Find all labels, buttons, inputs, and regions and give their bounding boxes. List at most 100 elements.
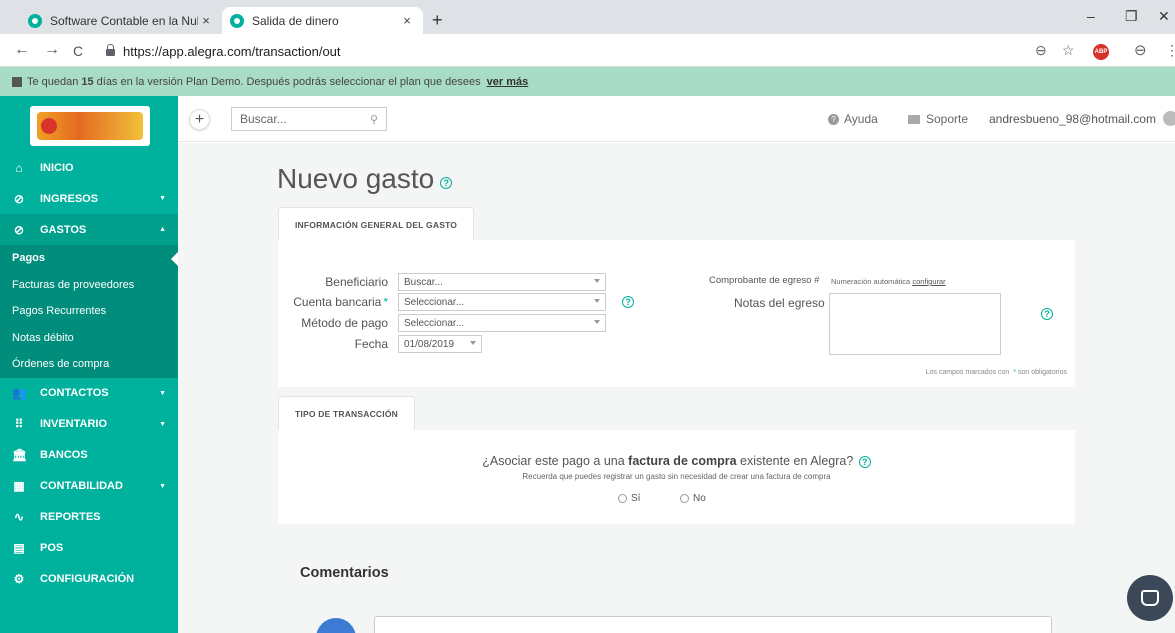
tab-informacion-general[interactable]: INFORMACIÓN GENERAL DEL GASTO bbox=[278, 207, 475, 241]
alegra-favicon-icon bbox=[28, 13, 42, 28]
comprobante-text: Numeración automática bbox=[831, 277, 911, 286]
close-window-icon[interactable]: ✕ bbox=[1158, 8, 1170, 25]
maximize-icon[interactable]: ❐ bbox=[1125, 8, 1138, 25]
search-icon: ⚲ bbox=[369, 113, 378, 126]
bookmark-star-icon[interactable]: ☆ bbox=[1062, 42, 1075, 59]
help-icon[interactable]: ? bbox=[858, 455, 871, 468]
tab-tipo-transaccion[interactable]: TIPO DE TRANSACCIÓN bbox=[278, 396, 415, 430]
url-text: https://app.alegra.com/transaction/out bbox=[123, 43, 341, 59]
sidebar-item-label: GASTOS bbox=[40, 223, 87, 236]
beneficiario-row: Beneficiario Buscar... bbox=[278, 273, 606, 291]
radio-circle-icon bbox=[618, 494, 627, 503]
accounting-icon: ▦ bbox=[13, 479, 25, 493]
support-link[interactable]: Soporte bbox=[908, 112, 968, 126]
comprobante-value: Numeración automática configurar bbox=[831, 277, 946, 286]
tab-close-icon[interactable]: × bbox=[198, 13, 214, 28]
browser-tab-salida-de-dinero[interactable]: Salida de dinero × bbox=[222, 7, 423, 34]
help-link[interactable]: ? Ayuda bbox=[828, 112, 878, 126]
help-label: Ayuda bbox=[844, 112, 878, 126]
home-icon: ⌂ bbox=[15, 160, 23, 175]
new-tab-button[interactable]: + bbox=[432, 10, 443, 31]
gastos-submenu: Pagos Facturas de proveedores Pagos Recu… bbox=[0, 245, 178, 378]
tab-label: Software Contable en la Nube pa bbox=[50, 13, 198, 28]
submenu-item-pagos-recurrentes[interactable]: Pagos Recurrentes bbox=[0, 298, 178, 325]
cuenta-row: Cuenta bancaria * Seleccionar... ? bbox=[278, 293, 634, 311]
cuenta-label-text: Cuenta bancaria bbox=[293, 295, 382, 309]
sidebar-item-configuracion[interactable]: ⚙ CONFIGURACIÓN bbox=[0, 564, 178, 595]
reload-icon[interactable]: C bbox=[73, 43, 83, 59]
sidebar-item-label: INICIO bbox=[40, 161, 74, 174]
sidebar-item-reportes[interactable]: ∿ REPORTES bbox=[0, 502, 178, 533]
chevron-down-icon bbox=[470, 341, 476, 345]
browser-tab-bar: Software Contable en la Nube pa × Salida… bbox=[0, 0, 1175, 34]
help-icon[interactable]: ? bbox=[440, 177, 453, 189]
profile-icon[interactable]: ⊖ bbox=[1134, 41, 1147, 59]
sidebar-item-label: INGRESOS bbox=[40, 192, 99, 205]
minimize-icon[interactable]: – bbox=[1087, 8, 1095, 24]
menu-icon[interactable]: ⋮ bbox=[1165, 42, 1175, 59]
sidebar-item-inicio[interactable]: ⌂ INICIO bbox=[0, 152, 178, 183]
beneficiario-value: Buscar... bbox=[404, 276, 443, 288]
fecha-select[interactable]: 01/08/2019 bbox=[398, 335, 482, 353]
comment-input[interactable] bbox=[374, 616, 1052, 633]
user-menu[interactable]: andresbueno_98@hotmail.com bbox=[989, 111, 1175, 126]
banner-text-end: días en la versión Plan Demo. Después po… bbox=[96, 75, 481, 88]
cuenta-value: Seleccionar... bbox=[404, 296, 465, 308]
sidebar-item-gastos[interactable]: ⊘ GASTOS ▲ bbox=[0, 214, 178, 245]
sidebar: ⌂ INICIO ⊘ INGRESOS ▼ ⊘ GASTOS ▲ Pagos F… bbox=[0, 96, 178, 633]
sidebar-item-bancos[interactable]: 🏛 BANCOS bbox=[0, 440, 178, 471]
quick-add-button[interactable]: + bbox=[189, 109, 210, 130]
help-icon[interactable]: ? bbox=[622, 296, 634, 308]
chat-button[interactable] bbox=[1127, 575, 1173, 621]
sidebar-item-contabilidad[interactable]: ▦ CONTABILIDAD ▼ bbox=[0, 471, 178, 502]
sidebar-item-ingresos[interactable]: ⊘ INGRESOS ▼ bbox=[0, 183, 178, 214]
cuenta-bancaria-select[interactable]: Seleccionar... bbox=[398, 293, 606, 311]
radio-no-label: No bbox=[693, 493, 706, 504]
sidebar-item-contactos[interactable]: 👥 CONTACTOS ▼ bbox=[0, 378, 178, 409]
browser-tab-software-contable[interactable]: Software Contable en la Nube pa × bbox=[20, 7, 222, 34]
help-icon[interactable]: ? bbox=[1041, 308, 1053, 320]
beneficiario-select[interactable]: Buscar... bbox=[398, 273, 606, 291]
sidebar-nav: ⌂ INICIO ⊘ INGRESOS ▼ ⊘ GASTOS ▲ Pagos F… bbox=[0, 152, 178, 595]
income-icon: ⊘ bbox=[13, 191, 25, 206]
global-search-input[interactable]: Buscar... ⚲ bbox=[231, 107, 387, 131]
url-field[interactable]: https://app.alegra.com/transaction/out bbox=[106, 40, 1066, 62]
configurar-link[interactable]: configurar bbox=[912, 277, 945, 286]
forward-icon[interactable]: → bbox=[44, 41, 60, 59]
radio-no[interactable]: No bbox=[680, 493, 706, 504]
zoom-icon[interactable]: ⊖ bbox=[1035, 42, 1047, 59]
banner-more-link[interactable]: ver más bbox=[487, 76, 529, 88]
pos-icon: ▤ bbox=[13, 541, 25, 555]
logo-image bbox=[37, 112, 143, 140]
radio-yes[interactable]: Sí bbox=[618, 493, 640, 504]
inventory-icon: ⠿ bbox=[14, 417, 24, 431]
fecha-row: Fecha 01/08/2019 bbox=[278, 335, 482, 353]
sidebar-item-inventario[interactable]: ⠿ INVENTARIO ▼ bbox=[0, 409, 178, 440]
metodo-pago-select[interactable]: Seleccionar... bbox=[398, 314, 606, 332]
chevron-down-icon bbox=[594, 299, 600, 303]
envelope-icon bbox=[908, 114, 920, 124]
required-fields-note: Los campos marcados con * son obligatori… bbox=[926, 369, 1067, 376]
submenu-item-pagos[interactable]: Pagos bbox=[0, 245, 178, 272]
notas-label: Notas del egreso bbox=[734, 296, 825, 310]
fecha-label: Fecha bbox=[354, 337, 388, 351]
chevron-down-icon bbox=[594, 320, 600, 324]
tab-close-icon[interactable]: × bbox=[399, 13, 415, 28]
lock-icon bbox=[106, 44, 115, 56]
sidebar-item-pos[interactable]: ▤ POS bbox=[0, 533, 178, 564]
question-bold: factura de compra bbox=[628, 454, 737, 468]
support-label: Soporte bbox=[926, 112, 969, 126]
main-content: Nuevo gasto ? INFORMACIÓN GENERAL DEL GA… bbox=[178, 143, 1175, 633]
comment-avatar bbox=[316, 618, 356, 633]
submenu-item-facturas-proveedores[interactable]: Facturas de proveedores bbox=[0, 272, 178, 299]
contacts-icon: 👥 bbox=[12, 386, 27, 400]
adblock-icon[interactable]: ABP bbox=[1093, 44, 1109, 60]
sidebar-item-label: CONTACTOS bbox=[40, 387, 109, 399]
back-icon[interactable]: ← bbox=[14, 41, 30, 59]
submenu-item-ordenes-compra[interactable]: Órdenes de compra bbox=[0, 351, 178, 378]
company-logo[interactable] bbox=[30, 106, 150, 146]
notas-textarea[interactable] bbox=[829, 293, 1001, 355]
submenu-item-notas-debito[interactable]: Notas débito bbox=[0, 325, 178, 352]
search-placeholder: Buscar... bbox=[240, 112, 287, 126]
transaction-type-card: ¿Asociar este pago a una factura de comp… bbox=[278, 430, 1075, 524]
